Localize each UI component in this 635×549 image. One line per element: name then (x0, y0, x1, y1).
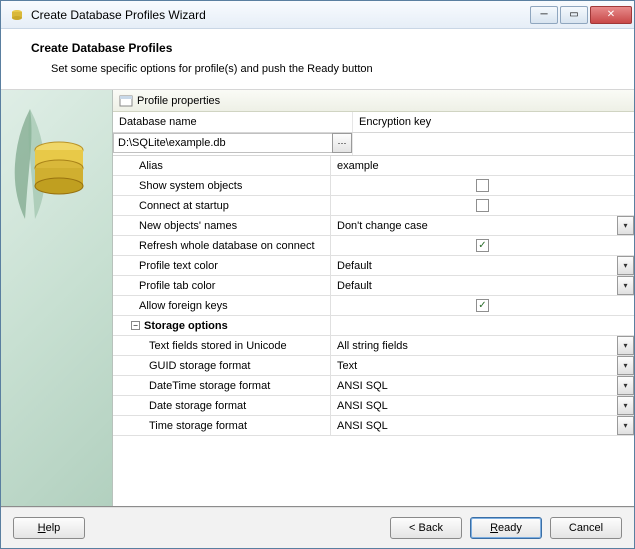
page-subtitle: Set some specific options for profile(s)… (31, 63, 614, 75)
database-name-label: Database name (113, 112, 353, 132)
profile-properties-header: Profile properties (113, 90, 634, 112)
properties-table: Alias example Show system objects Connec… (113, 156, 634, 506)
chevron-down-icon[interactable]: ▾ (617, 256, 634, 275)
cancel-button[interactable]: Cancel (550, 517, 622, 539)
prop-label-date: Date storage format (113, 396, 331, 415)
close-button[interactable]: ✕ (590, 6, 632, 24)
prop-label-guid: GUID storage format (113, 356, 331, 375)
maximize-button[interactable]: ▭ (560, 6, 588, 24)
prop-connect-startup: Connect at startup (113, 196, 634, 216)
prop-guid: GUID storage format Text▾ (113, 356, 634, 376)
combo-new-obj-names[interactable]: Don't change case▾ (331, 216, 634, 235)
chevron-down-icon[interactable]: ▾ (617, 216, 634, 235)
combo-tab-color[interactable]: Default▾ (331, 276, 634, 295)
chevron-down-icon[interactable]: ▾ (617, 376, 634, 395)
field-labels-row: Database name Encryption key (113, 112, 634, 133)
prop-alias: Alias example (113, 156, 634, 176)
prop-allow-fk: Allow foreign keys ✓ (113, 296, 634, 316)
prop-show-system-objects: Show system objects (113, 176, 634, 196)
prop-label-refresh-db: Refresh whole database on connect (113, 236, 331, 255)
combo-guid[interactable]: Text▾ (331, 356, 634, 375)
combo-text-unicode[interactable]: All string fields▾ (331, 336, 634, 355)
prop-label-text-color: Profile text color (113, 256, 331, 275)
app-icon (9, 7, 25, 23)
prop-label-connect-startup: Connect at startup (113, 196, 331, 215)
prop-label-text-unicode: Text fields stored in Unicode (113, 336, 331, 355)
chevron-down-icon[interactable]: ▾ (617, 276, 634, 295)
prop-label-new-obj-names: New objects' names (113, 216, 331, 235)
prop-label-time: Time storage format (113, 416, 331, 435)
help-button[interactable]: Help (13, 517, 85, 539)
ready-button[interactable]: Ready (470, 517, 542, 539)
prop-label-datetime: DateTime storage format (113, 376, 331, 395)
combo-time[interactable]: ANSI SQL▾ (331, 416, 634, 435)
chevron-down-icon[interactable]: ▾ (617, 396, 634, 415)
prop-label-allow-fk: Allow foreign keys (113, 296, 331, 315)
wizard-body: Profile properties Database name Encrypt… (1, 90, 634, 506)
prop-refresh-db: Refresh whole database on connect ✓ (113, 236, 634, 256)
window-title: Create Database Profiles Wizard (31, 8, 530, 22)
window-controls: ─ ▭ ✕ (530, 6, 632, 24)
database-path-input[interactable] (113, 133, 333, 153)
titlebar: Create Database Profiles Wizard ─ ▭ ✕ (1, 1, 634, 29)
prop-label-show-sys: Show system objects (113, 176, 331, 195)
prop-new-obj-names: New objects' names Don't change case▾ (113, 216, 634, 236)
properties-icon (119, 94, 133, 108)
back-button[interactable]: < Back (390, 517, 462, 539)
wizard-window: Create Database Profiles Wizard ─ ▭ ✕ Cr… (0, 0, 635, 549)
prop-text-color: Profile text color Default▾ (113, 256, 634, 276)
prop-datetime: DateTime storage format ANSI SQL▾ (113, 376, 634, 396)
profile-properties-label: Profile properties (137, 95, 220, 107)
prop-label-tab-color: Profile tab color (113, 276, 331, 295)
sidebar (1, 90, 113, 506)
content-panel: Profile properties Database name Encrypt… (113, 90, 634, 506)
prop-date: Date storage format ANSI SQL▾ (113, 396, 634, 416)
combo-datetime[interactable]: ANSI SQL▾ (331, 376, 634, 395)
database-icon (31, 140, 87, 200)
prop-value-alias[interactable]: example (331, 156, 634, 175)
checkbox-show-sys[interactable] (476, 179, 489, 192)
prop-time: Time storage format ANSI SQL▾ (113, 416, 634, 436)
chevron-down-icon[interactable]: ▾ (617, 416, 634, 435)
prop-text-unicode: Text fields stored in Unicode All string… (113, 336, 634, 356)
footer: Help < Back Ready Cancel (1, 506, 634, 548)
field-inputs-row: ⋯ (113, 133, 634, 156)
checkbox-refresh-db[interactable]: ✓ (476, 239, 489, 252)
prop-tab-color: Profile tab color Default▾ (113, 276, 634, 296)
chevron-down-icon[interactable]: ▾ (617, 356, 634, 375)
encryption-key-label: Encryption key (353, 112, 634, 132)
storage-options-label: Storage options (144, 320, 228, 332)
collapse-icon[interactable]: − (131, 321, 140, 330)
encryption-key-input[interactable] (357, 135, 630, 153)
browse-button[interactable]: ⋯ (332, 133, 352, 153)
prop-label-alias: Alias (113, 156, 331, 175)
wizard-header: Create Database Profiles Set some specif… (1, 29, 634, 90)
checkbox-allow-fk[interactable]: ✓ (476, 299, 489, 312)
group-storage-options: −Storage options (113, 316, 634, 336)
page-title: Create Database Profiles (31, 41, 614, 55)
combo-text-color[interactable]: Default▾ (331, 256, 634, 275)
minimize-button[interactable]: ─ (530, 6, 558, 24)
chevron-down-icon[interactable]: ▾ (617, 336, 634, 355)
combo-date[interactable]: ANSI SQL▾ (331, 396, 634, 415)
checkbox-connect-startup[interactable] (476, 199, 489, 212)
